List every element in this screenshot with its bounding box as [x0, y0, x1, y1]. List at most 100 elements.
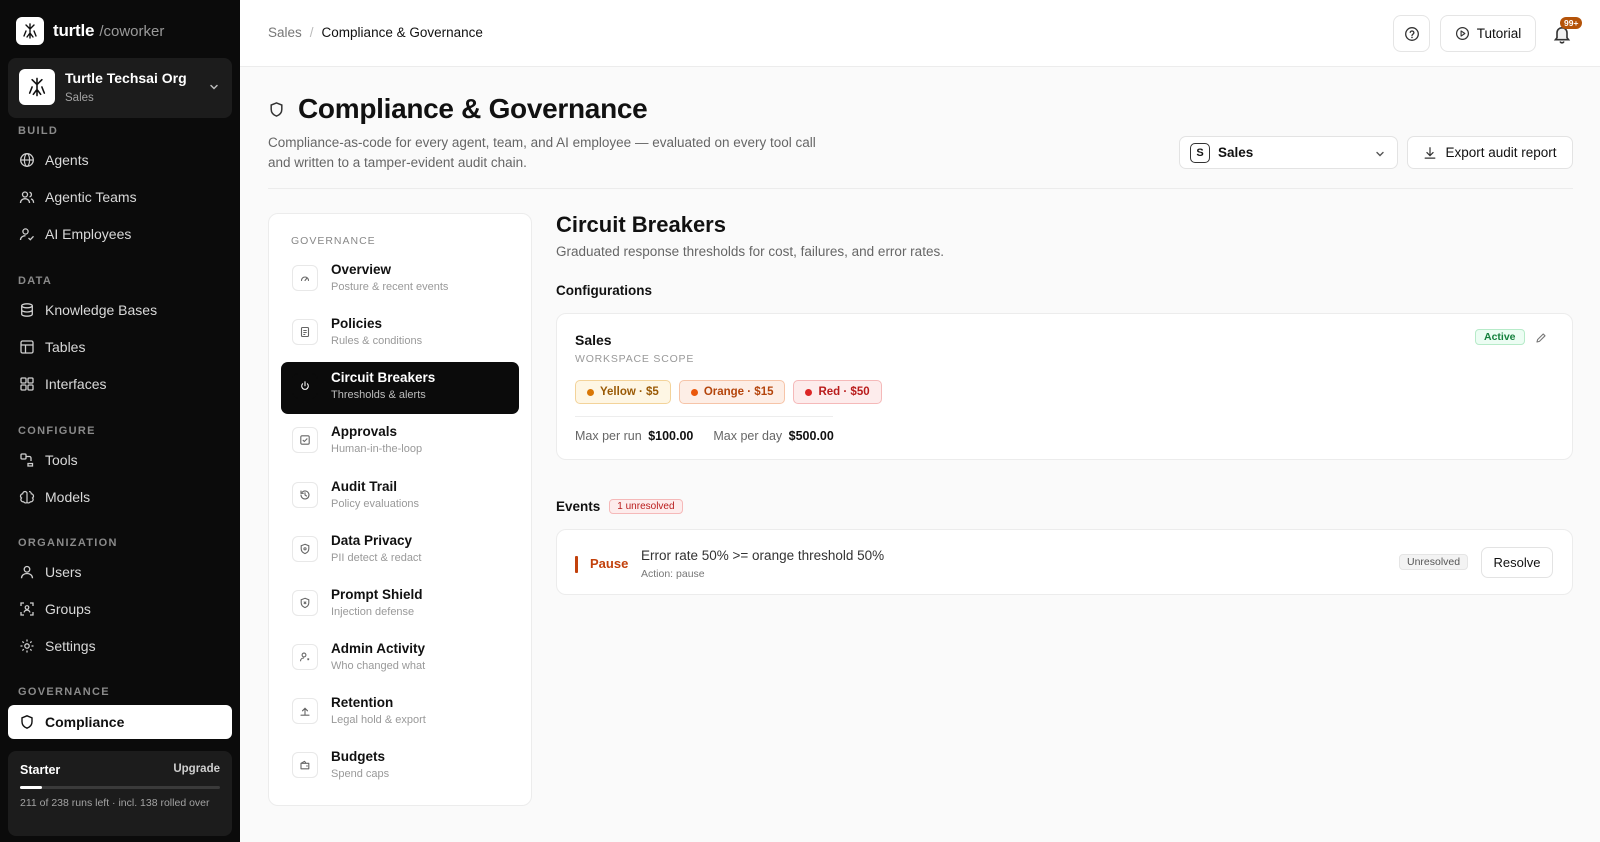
status-badge: Active — [1475, 329, 1525, 345]
shield-x-icon — [300, 597, 310, 609]
gov-item-policies[interactable]: Policies Rules & conditions — [281, 308, 519, 360]
database-icon — [21, 303, 33, 317]
sidebar-item-settings[interactable]: Settings — [8, 629, 232, 663]
gov-item-title: Circuit Breakers — [331, 370, 436, 385]
export-label: Export audit report — [1445, 145, 1557, 160]
sidebar-item-label: Agentic Teams — [45, 189, 137, 205]
history-icon — [300, 490, 310, 500]
event-row: Pause Error rate 50% >= orange threshold… — [556, 529, 1573, 595]
tutorial-button[interactable]: Tutorial — [1440, 15, 1536, 52]
sidebar-item-agents[interactable]: Agents — [8, 143, 232, 177]
sidebar-item-tables[interactable]: Tables — [8, 330, 232, 364]
export-audit-report-button[interactable]: Export audit report — [1407, 136, 1573, 169]
tutorial-label: Tutorial — [1476, 26, 1522, 41]
workspace-badge: S — [1190, 142, 1210, 163]
gov-item-prompt-shield[interactable]: Prompt Shield Injection defense — [281, 579, 519, 631]
sidebar-item-interfaces[interactable]: Interfaces — [8, 367, 232, 401]
archive-icon — [300, 707, 310, 716]
event-type: Pause — [590, 556, 629, 571]
dot-icon — [805, 388, 813, 396]
pencil-icon[interactable] — [1535, 332, 1547, 344]
threshold-label: Yellow · $5 — [600, 386, 659, 398]
severity-bar — [575, 556, 578, 573]
user-icon — [20, 565, 34, 579]
dot-icon — [587, 388, 594, 396]
gov-item-budgets[interactable]: Budgets Spend caps — [281, 741, 519, 793]
gov-item-title: Retention — [331, 695, 394, 710]
wallet-icon — [300, 760, 310, 770]
org-switcher[interactable]: Turtle Techsai Org Sales — [8, 58, 232, 118]
gov-item-data-privacy[interactable]: Data Privacy PII detect & redact — [281, 525, 519, 577]
threshold-orange: Orange · $15 — [678, 380, 786, 404]
sidebar-item-agentic-teams[interactable]: Agentic Teams — [8, 180, 232, 214]
threshold-yellow: Yellow · $5 — [575, 380, 671, 404]
gov-item-subtitle: Who changed what — [331, 660, 426, 672]
gov-item-subtitle: Injection defense — [331, 606, 415, 618]
threshold-pills: Yellow · $5 Orange · $15 Red · $50 — [575, 380, 882, 404]
plan-usage-fill — [20, 786, 42, 789]
shield-lock-icon — [300, 543, 310, 555]
sidebar-item-label: Tools — [45, 452, 78, 468]
sidebar-item-label: Models — [45, 489, 91, 505]
gov-item-audit-trail[interactable]: Audit Trail Policy evaluations — [281, 471, 519, 523]
workspace-select[interactable]: S Sales — [1179, 136, 1398, 169]
gov-item-title: Budgets — [331, 749, 385, 764]
plan-card: Starter Upgrade 211 of 238 runs left · i… — [8, 751, 232, 836]
gov-item-subtitle: Posture & recent events — [331, 281, 449, 293]
user-cog-icon — [299, 652, 310, 662]
sidebar-item-groups[interactable]: Groups — [8, 592, 232, 626]
sidebar-item-tools[interactable]: Tools — [8, 443, 232, 477]
gov-item-title: Data Privacy — [331, 533, 413, 548]
threshold-label: Red · $50 — [818, 386, 870, 398]
notifications-button[interactable]: 99+ — [1548, 17, 1584, 48]
configurations-heading: Configurations — [556, 283, 652, 298]
gov-item-subtitle: Human-in-the-loop — [331, 443, 423, 455]
breadcrumb-root[interactable]: Sales — [268, 25, 302, 40]
turtle-logo-icon — [16, 17, 44, 45]
gov-item-overview[interactable]: Overview Posture & recent events — [281, 254, 519, 306]
sidebar-item-ai-employees[interactable]: AI Employees — [8, 217, 232, 251]
sidebar-item-users[interactable]: Users — [8, 555, 232, 589]
sidebar-item-knowledge-bases[interactable]: Knowledge Bases — [8, 293, 232, 327]
max-per-run: Max per run $100.00 — [575, 429, 693, 443]
org-name: Turtle Techsai Org — [65, 70, 187, 86]
page-title: Compliance & Governance — [298, 93, 648, 124]
sidebar-item-models[interactable]: Models — [8, 480, 232, 514]
help-button[interactable] — [1393, 15, 1430, 52]
sidebar-item-label: Knowledge Bases — [45, 302, 158, 318]
gov-item-approvals[interactable]: Approvals Human-in-the-loop — [281, 416, 519, 468]
gov-item-circuit-breakers[interactable]: Circuit Breakers Thresholds & alerts — [281, 362, 519, 414]
gov-item-retention[interactable]: Retention Legal hold & export — [281, 687, 519, 739]
chevron-down-icon — [210, 84, 218, 90]
sidebar: turtle /coworker Turtle Techsai Org Sale… — [0, 0, 240, 842]
event-action: Action: pause — [641, 568, 705, 580]
brand[interactable]: turtle /coworker — [16, 17, 164, 45]
config-scope: WORKSPACE SCOPE — [575, 353, 695, 365]
events-header: Events 1 unresolved — [556, 499, 683, 514]
section-data: DATA — [18, 275, 53, 287]
sidebar-item-compliance[interactable]: Compliance — [8, 705, 232, 739]
org-logo-icon — [19, 69, 55, 105]
upgrade-link[interactable]: Upgrade — [173, 763, 220, 775]
section-build: BUILD — [18, 125, 59, 137]
header-divider — [268, 188, 1573, 189]
gov-item-title: Policies — [331, 316, 383, 331]
plan-usage-bar — [20, 786, 220, 789]
sidebar-item-label: Agents — [45, 152, 89, 168]
sidebar-item-label: Groups — [45, 601, 91, 617]
breadcrumb-separator: / — [309, 25, 314, 40]
table-icon — [20, 340, 34, 354]
gov-item-title: Approvals — [331, 424, 398, 439]
download-icon — [1425, 146, 1436, 159]
plan-usage-text: 211 of 238 runs left · incl. 138 rolled … — [20, 797, 210, 809]
gov-item-title: Prompt Shield — [331, 587, 423, 602]
circuit-breaker-config-card: Sales WORKSPACE SCOPE Active Yellow · $5… — [556, 313, 1573, 460]
tools-icon — [20, 453, 34, 467]
events-heading: Events — [556, 499, 601, 514]
breadcrumb: Sales / Compliance & Governance — [268, 25, 483, 40]
threshold-red: Red · $50 — [793, 380, 882, 404]
governance-menu-label: GOVERNANCE — [291, 235, 376, 247]
resolve-button[interactable]: Resolve — [1481, 547, 1553, 578]
max-per-day-value: $500.00 — [788, 429, 834, 443]
gov-item-admin-activity[interactable]: Admin Activity Who changed what — [281, 633, 519, 685]
